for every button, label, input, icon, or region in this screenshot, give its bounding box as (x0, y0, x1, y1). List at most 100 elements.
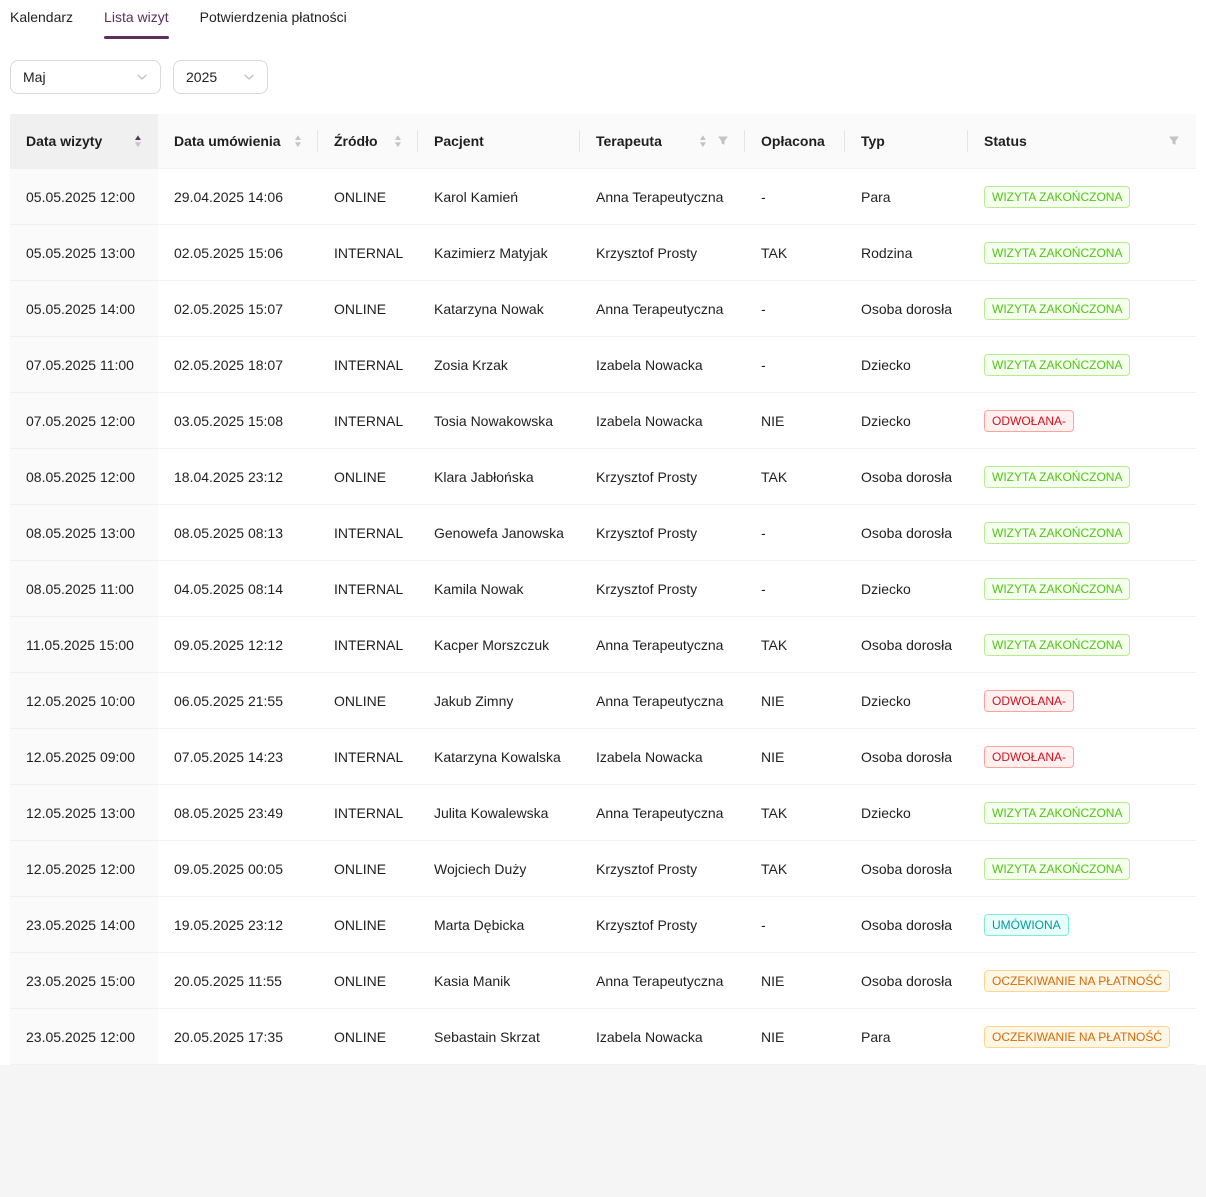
sort-carets-icon[interactable]: ▲▼ (394, 134, 402, 148)
status-badge: WIZYTA ZAKOŃCZONA (984, 466, 1130, 488)
cell-patient: Julita Kowalewska (418, 785, 580, 840)
cell-booking_date: 09.05.2025 00:05 (158, 841, 318, 896)
cell-source: INTERNAL (318, 337, 418, 392)
cell-therapist: Krzysztof Prosty (580, 841, 745, 896)
status-badge: WIZYTA ZAKOŃCZONA (984, 802, 1130, 824)
tab-lista-wizyt[interactable]: Lista wizyt (104, 9, 169, 39)
cell-type: Dziecko (845, 393, 968, 448)
cell-paid: - (745, 561, 845, 616)
cell-therapist: Anna Terapeutyczna (580, 617, 745, 672)
cell-paid: - (745, 337, 845, 392)
cell-source: INTERNAL (318, 729, 418, 784)
sort-carets-icon[interactable]: ▲▼ (134, 134, 142, 148)
cell-visit_date: 11.05.2025 15:00 (10, 617, 158, 672)
chevron-down-icon (243, 71, 255, 83)
chevron-down-icon (136, 71, 148, 83)
cell-patient: Katarzyna Nowak (418, 281, 580, 336)
column-header-therapist[interactable]: Terapeuta ▲▼ (580, 114, 745, 168)
cell-therapist: Krzysztof Prosty (580, 897, 745, 952)
status-badge: OCZEKIWANIE NA PŁATNOŚĆ (984, 970, 1170, 992)
cell-therapist: Krzysztof Prosty (580, 505, 745, 560)
year-select[interactable]: 2025 (173, 60, 268, 94)
tab-potwierdzenia-platnosci[interactable]: Potwierdzenia płatności (200, 9, 347, 39)
table-row: 23.05.2025 12:0020.05.2025 17:35ONLINESe… (10, 1009, 1196, 1065)
cell-type: Osoba dorosła (845, 449, 968, 504)
cell-therapist: Anna Terapeutyczna (580, 673, 745, 728)
sort-carets-icon[interactable]: ▲▼ (699, 134, 707, 148)
cell-source: INTERNAL (318, 785, 418, 840)
cell-source: INTERNAL (318, 561, 418, 616)
cell-type: Para (845, 169, 968, 224)
cell-source: ONLINE (318, 169, 418, 224)
column-header-icons: ▲▼ (134, 134, 142, 148)
table-row: 12.05.2025 10:0006.05.2025 21:55ONLINEJa… (10, 673, 1196, 729)
filter-funnel-icon[interactable] (1168, 135, 1180, 147)
column-header-status[interactable]: Status (968, 114, 1196, 168)
table-row: 05.05.2025 13:0002.05.2025 15:06INTERNAL… (10, 225, 1196, 281)
status-badge: ODWOŁANA- (984, 690, 1074, 712)
page-content: Kalendarz Lista wizyt Potwierdzenia płatno… (0, 0, 1206, 1065)
cell-status: UMÓWIONA (968, 897, 1196, 952)
column-label: Terapeuta (596, 133, 662, 149)
tab-kalendarz[interactable]: Kalendarz (10, 9, 73, 39)
cell-booking_date: 07.05.2025 14:23 (158, 729, 318, 784)
cell-type: Osoba dorosła (845, 617, 968, 672)
year-select-value: 2025 (186, 69, 217, 85)
cell-source: ONLINE (318, 841, 418, 896)
month-select-value: Maj (23, 69, 46, 85)
cell-type: Rodzina (845, 225, 968, 280)
cell-paid: TAK (745, 449, 845, 504)
sort-carets-icon[interactable]: ▲▼ (294, 134, 302, 148)
cell-visit_date: 12.05.2025 10:00 (10, 673, 158, 728)
cell-therapist: Izabela Nowacka (580, 1009, 745, 1064)
cell-type: Osoba dorosła (845, 841, 968, 896)
column-header-source[interactable]: Źródło▲▼ (318, 114, 418, 168)
cell-booking_date: 08.05.2025 23:49 (158, 785, 318, 840)
cell-booking_date: 20.05.2025 17:35 (158, 1009, 318, 1064)
cell-visit_date: 23.05.2025 14:00 (10, 897, 158, 952)
cell-type: Dziecko (845, 785, 968, 840)
table-row: 08.05.2025 12:0018.04.2025 23:12ONLINEKl… (10, 449, 1196, 505)
month-select[interactable]: Maj (10, 60, 161, 94)
cell-therapist: Izabela Nowacka (580, 393, 745, 448)
cell-source: ONLINE (318, 1009, 418, 1064)
status-badge: UMÓWIONA (984, 914, 1069, 936)
cell-status: WIZYTA ZAKOŃCZONA (968, 281, 1196, 336)
cell-therapist: Krzysztof Prosty (580, 449, 745, 504)
cell-status: WIZYTA ZAKOŃCZONA (968, 337, 1196, 392)
column-header-type: Typ (845, 114, 968, 168)
cell-source: INTERNAL (318, 393, 418, 448)
cell-booking_date: 08.05.2025 08:13 (158, 505, 318, 560)
cell-source: ONLINE (318, 673, 418, 728)
column-header-booking_date[interactable]: Data umówienia▲▼ (158, 114, 318, 168)
cell-booking_date: 06.05.2025 21:55 (158, 673, 318, 728)
tab-bar: Kalendarz Lista wizyt Potwierdzenia płatno… (10, 0, 1196, 39)
cell-patient: Kamila Nowak (418, 561, 580, 616)
column-header-visit_date[interactable]: Data wizyty▲▼ (10, 114, 158, 168)
status-badge: WIZYTA ZAKOŃCZONA (984, 186, 1130, 208)
cell-type: Osoba dorosła (845, 729, 968, 784)
column-header-icons (1168, 135, 1180, 147)
cell-paid: TAK (745, 841, 845, 896)
cell-patient: Zosia Krzak (418, 337, 580, 392)
cell-type: Osoba dorosła (845, 953, 968, 1008)
table-header-row: Data wizyty▲▼Data umówienia▲▼Źródło▲▼Pac… (10, 114, 1196, 169)
cell-patient: Sebastain Skrzat (418, 1009, 580, 1064)
status-badge: ODWOŁANA- (984, 746, 1074, 768)
cell-visit_date: 07.05.2025 12:00 (10, 393, 158, 448)
cell-paid: - (745, 897, 845, 952)
cell-type: Osoba dorosła (845, 281, 968, 336)
column-header-icons: ▲▼ (294, 134, 302, 148)
cell-status: OCZEKIWANIE NA PŁATNOŚĆ (968, 1009, 1196, 1064)
column-label: Status (984, 133, 1027, 149)
cell-therapist: Anna Terapeutyczna (580, 281, 745, 336)
table-row: 05.05.2025 12:0029.04.2025 14:06ONLINEKa… (10, 169, 1196, 225)
cell-visit_date: 12.05.2025 12:00 (10, 841, 158, 896)
cell-paid: TAK (745, 617, 845, 672)
table-row: 23.05.2025 14:0019.05.2025 23:12ONLINEMa… (10, 897, 1196, 953)
status-badge: WIZYTA ZAKOŃCZONA (984, 354, 1130, 376)
cell-visit_date: 08.05.2025 13:00 (10, 505, 158, 560)
status-badge: OCZEKIWANIE NA PŁATNOŚĆ (984, 1026, 1170, 1048)
filter-funnel-icon[interactable] (717, 135, 729, 147)
table-row: 08.05.2025 13:0008.05.2025 08:13INTERNAL… (10, 505, 1196, 561)
